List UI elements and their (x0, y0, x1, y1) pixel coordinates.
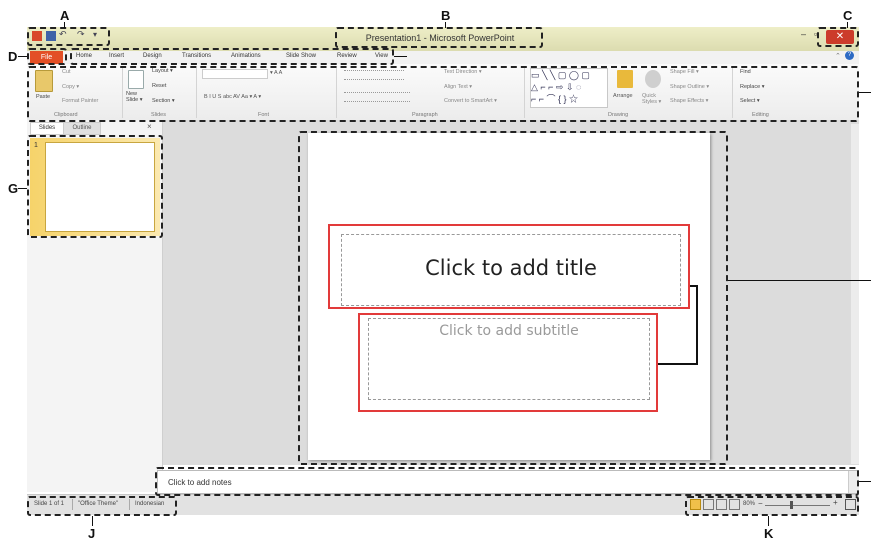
annotation-box-ribbon (27, 66, 859, 122)
vertical-scrollbar[interactable] (851, 124, 859, 464)
callout-j: J (88, 526, 96, 541)
leader-line-j (92, 516, 93, 526)
annotation-box-d (27, 48, 67, 65)
leader-line-l (658, 363, 698, 365)
leader-line-slide (728, 280, 871, 281)
minimize-button[interactable]: – (801, 29, 806, 39)
leader-line-f (394, 56, 407, 57)
leader-line-b (445, 22, 446, 28)
leader-line-notes (859, 481, 871, 482)
annotation-box-slide (298, 131, 728, 465)
leader-line-a (64, 22, 65, 28)
annotation-box-k (685, 496, 859, 516)
tab-outline[interactable]: Outline (63, 122, 101, 135)
callout-d: D (8, 49, 18, 64)
callout-c: C (843, 8, 853, 23)
close-pane-icon[interactable]: × (147, 122, 152, 131)
callout-k: K (764, 526, 774, 541)
leader-line-k (768, 516, 769, 526)
help-icon[interactable]: ? (845, 51, 854, 60)
minimize-ribbon-icon[interactable]: ⌃ (835, 52, 841, 60)
leader-line-d (18, 56, 27, 57)
leader-line-g (18, 188, 27, 189)
annotation-box-g (27, 135, 163, 238)
callout-b: B (441, 8, 451, 23)
callout-g: G (8, 181, 19, 196)
leader-line-c (847, 22, 848, 28)
annotation-box-f (70, 48, 394, 65)
annotation-box-a (27, 27, 110, 46)
annotation-box-b (335, 27, 543, 48)
leader-line-ribbon (859, 92, 871, 93)
annotation-box-c (817, 27, 859, 47)
tab-slides[interactable]: Slides (30, 122, 64, 135)
leader-line-l (696, 285, 698, 365)
annotation-box-j (27, 496, 177, 516)
callout-a: A (60, 8, 70, 23)
annotation-box-notes (155, 467, 859, 496)
